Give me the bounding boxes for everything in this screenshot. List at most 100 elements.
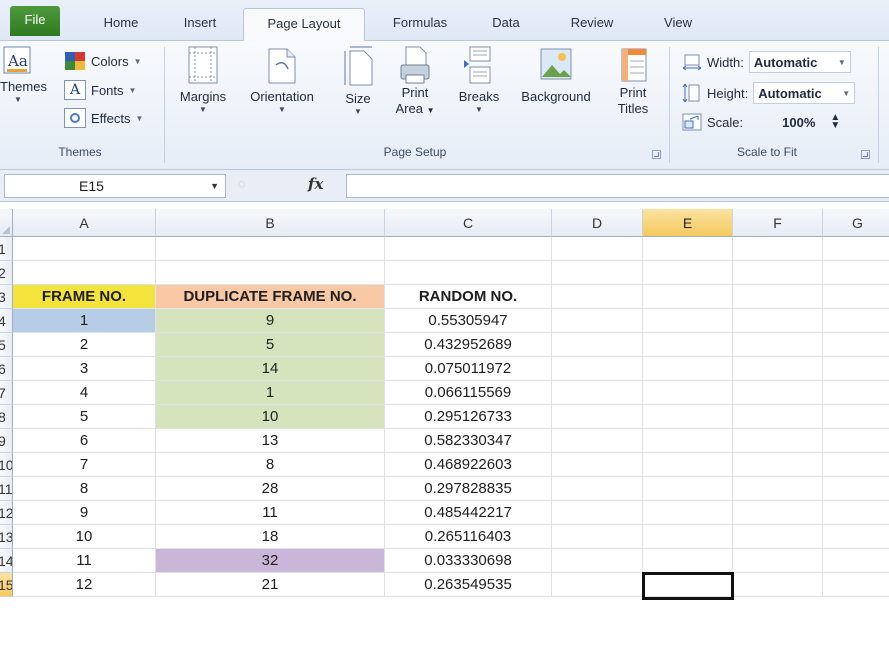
scale-value[interactable]: 100% <box>782 115 815 130</box>
cell-f5[interactable] <box>733 333 823 357</box>
width-dropdown[interactable]: Automatic ▼ <box>748 51 851 73</box>
cell-f2[interactable] <box>733 261 823 285</box>
row-header[interactable]: 2 <box>0 261 13 285</box>
cell-b14[interactable]: 32 <box>156 549 385 573</box>
cell-b13[interactable]: 18 <box>156 525 385 549</box>
cell-b9[interactable]: 13 <box>156 429 385 453</box>
row-header[interactable]: 7 <box>0 381 13 405</box>
cell-c6[interactable]: 0.075011972 <box>385 357 552 381</box>
cell-b8[interactable]: 10 <box>156 405 385 429</box>
cell-g7[interactable] <box>823 381 889 405</box>
cell-a4[interactable]: 1 <box>13 309 156 333</box>
cell-g1[interactable] <box>823 237 889 261</box>
cell-e5[interactable] <box>643 333 733 357</box>
cell-c9[interactable]: 0.582330347 <box>385 429 552 453</box>
cell-d3[interactable] <box>552 285 643 309</box>
cell-e2[interactable] <box>643 261 733 285</box>
row-header[interactable]: 5 <box>0 333 13 357</box>
cell-f1[interactable] <box>733 237 823 261</box>
row-header[interactable]: 14 <box>0 549 13 573</box>
column-header-f[interactable]: F <box>733 209 823 237</box>
tab-home[interactable]: Home <box>93 8 149 41</box>
row-header[interactable]: 10 <box>0 453 13 477</box>
cell-e4[interactable] <box>643 309 733 333</box>
cell-c15[interactable]: 0.263549535 <box>385 573 552 597</box>
height-dropdown[interactable]: Automatic ▼ <box>753 82 856 104</box>
cell-c13[interactable]: 0.265116403 <box>385 525 552 549</box>
cell-b4[interactable]: 9 <box>156 309 385 333</box>
cell-c5[interactable]: 0.432952689 <box>385 333 552 357</box>
cell-d9[interactable] <box>552 429 643 453</box>
cell-c11[interactable]: 0.297828835 <box>385 477 552 501</box>
chevron-down-icon[interactable]: ▼ <box>210 175 219 197</box>
themes-button[interactable]: Aa Themes ▼ <box>0 45 47 104</box>
cell-f7[interactable] <box>733 381 823 405</box>
background-button[interactable]: Background <box>510 45 602 105</box>
cell-b6[interactable]: 14 <box>156 357 385 381</box>
cell-b5[interactable]: 5 <box>156 333 385 357</box>
cell-g12[interactable] <box>823 501 889 525</box>
cell-a1[interactable] <box>13 237 156 261</box>
column-header-a[interactable]: A <box>13 209 156 237</box>
cell-b11[interactable]: 28 <box>156 477 385 501</box>
cell-g14[interactable] <box>823 549 889 573</box>
row-header[interactable]: 13 <box>0 525 13 549</box>
cell-f14[interactable] <box>733 549 823 573</box>
cell-b2[interactable] <box>156 261 385 285</box>
column-header-c[interactable]: C <box>385 209 552 237</box>
formula-input[interactable] <box>346 174 889 198</box>
cell-a2[interactable] <box>13 261 156 285</box>
row-header[interactable]: 6 <box>0 357 13 381</box>
cell-a10[interactable]: 7 <box>13 453 156 477</box>
cell-e6[interactable] <box>643 357 733 381</box>
cell-d12[interactable] <box>552 501 643 525</box>
column-header-b[interactable]: B <box>156 209 385 237</box>
cell-f9[interactable] <box>733 429 823 453</box>
cell-g15[interactable] <box>823 573 889 597</box>
cell-d6[interactable] <box>552 357 643 381</box>
cell-c7[interactable]: 0.066115569 <box>385 381 552 405</box>
cell-b12[interactable]: 11 <box>156 501 385 525</box>
cell-a14[interactable]: 11 <box>13 549 156 573</box>
row-header[interactable]: 8 <box>0 405 13 429</box>
cell-f10[interactable] <box>733 453 823 477</box>
cell-a5[interactable]: 2 <box>13 333 156 357</box>
row-header[interactable]: 9 <box>0 429 13 453</box>
cell-f3[interactable] <box>733 285 823 309</box>
cell-f12[interactable] <box>733 501 823 525</box>
cell-g8[interactable] <box>823 405 889 429</box>
cell-a12[interactable]: 9 <box>13 501 156 525</box>
select-all-corner[interactable] <box>0 209 13 237</box>
cell-d8[interactable] <box>552 405 643 429</box>
margins-button[interactable]: Margins ▼ <box>172 45 234 114</box>
row-header[interactable]: 15 <box>0 573 13 597</box>
cell-a11[interactable]: 8 <box>13 477 156 501</box>
tab-view[interactable]: View <box>648 8 708 41</box>
cell-g2[interactable] <box>823 261 889 285</box>
cell-f6[interactable] <box>733 357 823 381</box>
colors-button[interactable]: Colors ▼ <box>64 51 142 71</box>
cell-e9[interactable] <box>643 429 733 453</box>
cell-f13[interactable] <box>733 525 823 549</box>
cell-c2[interactable] <box>385 261 552 285</box>
cell-d15[interactable] <box>552 573 643 597</box>
print-titles-button[interactable]: Print Titles <box>608 45 658 117</box>
cell-c4[interactable]: 0.55305947 <box>385 309 552 333</box>
cell-d10[interactable] <box>552 453 643 477</box>
cell-g11[interactable] <box>823 477 889 501</box>
row-header[interactable]: 12 <box>0 501 13 525</box>
cell-a13[interactable]: 10 <box>13 525 156 549</box>
cell-c3[interactable]: RANDOM NO. <box>385 285 552 309</box>
fonts-button[interactable]: A Fonts ▼ <box>64 80 136 100</box>
breaks-button[interactable]: Breaks ▼ <box>451 45 507 114</box>
cell-e14[interactable] <box>643 549 733 573</box>
cell-g6[interactable] <box>823 357 889 381</box>
size-button[interactable]: Size ▼ <box>338 45 378 116</box>
cell-g3[interactable] <box>823 285 889 309</box>
cell-b10[interactable]: 8 <box>156 453 385 477</box>
tab-formulas[interactable]: Formulas <box>380 8 460 41</box>
cell-e8[interactable] <box>643 405 733 429</box>
cell-e1[interactable] <box>643 237 733 261</box>
cell-d7[interactable] <box>552 381 643 405</box>
cell-e11[interactable] <box>643 477 733 501</box>
